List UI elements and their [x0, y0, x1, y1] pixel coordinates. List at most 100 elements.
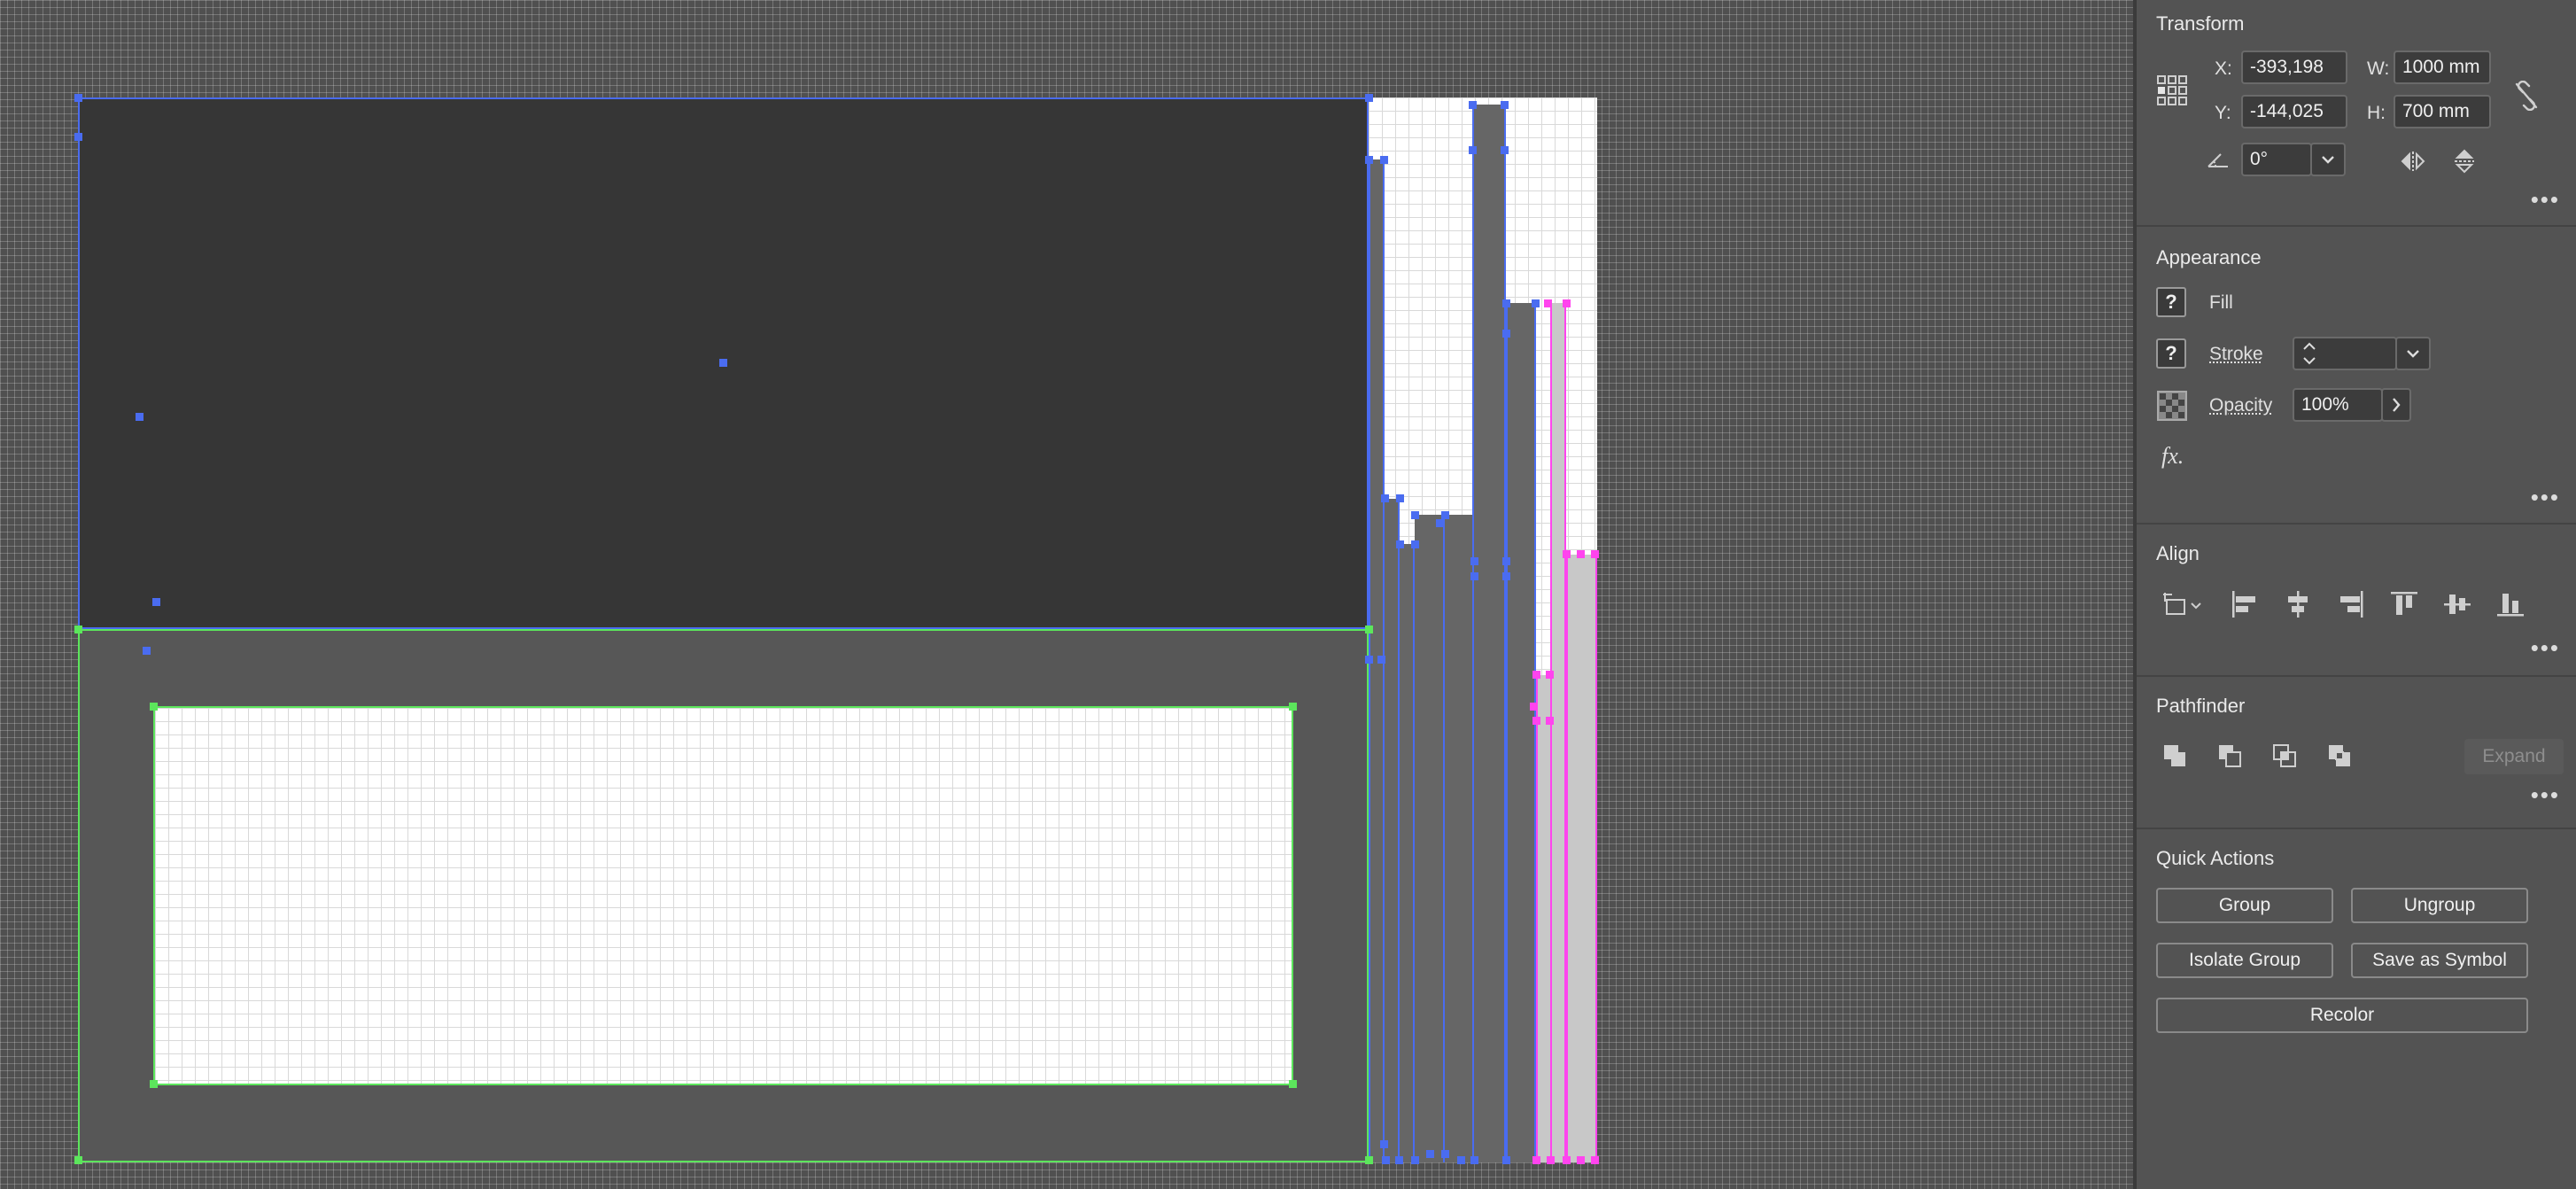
artwork-bar-4[interactable]: [1415, 515, 1445, 1162]
anchor-handle[interactable]: [1380, 156, 1388, 164]
anchor-handle[interactable]: [74, 626, 82, 633]
anchor-handle[interactable]: [74, 94, 82, 102]
opacity-expand[interactable]: [2381, 388, 2411, 422]
anchor-handle[interactable]: [1501, 101, 1509, 109]
appearance-more-options[interactable]: •••: [2531, 484, 2560, 511]
x-field[interactable]: -393,198: [2241, 51, 2347, 84]
anchor-handle[interactable]: [1396, 494, 1404, 502]
anchor-handle[interactable]: [1470, 557, 1478, 565]
anchor-handle[interactable]: [1546, 671, 1554, 679]
anchor-handle[interactable]: [1547, 1156, 1555, 1164]
constrain-proportions-icon[interactable]: [2509, 78, 2544, 113]
pathfinder-unite-icon[interactable]: [2158, 739, 2193, 774]
save-as-symbol-button[interactable]: Save as Symbol: [2351, 943, 2528, 978]
pathfinder-exclude-icon[interactable]: [2323, 739, 2358, 774]
isolate-group-button[interactable]: Isolate Group: [2156, 943, 2333, 978]
artwork-bar-3[interactable]: [1400, 544, 1415, 1162]
align-right-icon[interactable]: [2333, 587, 2369, 622]
transform-more-options[interactable]: •••: [2531, 186, 2560, 214]
anchor-handle[interactable]: [1289, 1080, 1297, 1088]
anchor-handle[interactable]: [74, 1156, 82, 1164]
align-left-icon[interactable]: [2227, 587, 2262, 622]
group-button[interactable]: Group: [2156, 888, 2333, 923]
artwork-bar-8[interactable]: [1506, 303, 1536, 1162]
anchor-handle[interactable]: [152, 598, 160, 606]
anchor-handle[interactable]: [1469, 146, 1477, 154]
anchor-handle[interactable]: [1530, 703, 1538, 711]
artwork-bar-7[interactable]: [1472, 105, 1506, 1162]
anchor-handle[interactable]: [1532, 671, 1540, 679]
anchor-handle[interactable]: [1381, 494, 1389, 502]
pathfinder-intersect-icon[interactable]: [2268, 739, 2303, 774]
angle-dropdown[interactable]: [2310, 143, 2346, 176]
y-field[interactable]: -144,025: [2241, 95, 2347, 128]
artboard-canvas[interactable]: [0, 0, 2133, 1189]
artwork-bar-11[interactable]: [1566, 555, 1597, 1162]
angle-field[interactable]: 0°: [2241, 143, 2312, 176]
stroke-weight-dropdown[interactable]: [2395, 337, 2431, 370]
anchor-handle[interactable]: [74, 133, 82, 141]
anchor-handle[interactable]: [1532, 1156, 1540, 1164]
recolor-button[interactable]: Recolor: [2156, 998, 2528, 1033]
anchor-handle[interactable]: [1546, 717, 1554, 725]
anchor-handle[interactable]: [719, 359, 727, 367]
fill-swatch[interactable]: ?: [2156, 287, 2186, 317]
pathfinder-more-options[interactable]: •••: [2531, 781, 2560, 809]
anchor-handle[interactable]: [1365, 1156, 1373, 1164]
reference-point-icon[interactable]: [2154, 73, 2190, 108]
anchor-handle[interactable]: [1544, 299, 1552, 307]
artwork-bar-5[interactable]: [1445, 515, 1474, 1162]
anchor-handle[interactable]: [1577, 1156, 1585, 1164]
anchor-handle[interactable]: [1377, 656, 1385, 664]
anchor-handle[interactable]: [1411, 1156, 1419, 1164]
anchor-handle[interactable]: [1365, 156, 1373, 164]
anchor-handle[interactable]: [1396, 540, 1404, 548]
ungroup-button[interactable]: Ungroup: [2351, 888, 2528, 923]
align-horizontal-center-icon[interactable]: [2280, 587, 2316, 622]
anchor-handle[interactable]: [1411, 540, 1419, 548]
anchor-handle[interactable]: [136, 413, 144, 421]
expand-button[interactable]: Expand: [2464, 739, 2564, 774]
pathfinder-minus-front-icon[interactable]: [2213, 739, 2248, 774]
anchor-handle[interactable]: [1591, 550, 1599, 558]
opacity-label[interactable]: Opacity: [2209, 395, 2272, 416]
w-field[interactable]: 1000 mm: [2394, 51, 2491, 84]
anchor-handle[interactable]: [1470, 1156, 1478, 1164]
align-top-icon[interactable]: [2386, 587, 2422, 622]
anchor-handle[interactable]: [1426, 1150, 1434, 1158]
anchor-handle[interactable]: [1563, 1156, 1571, 1164]
anchor-handle[interactable]: [1532, 299, 1540, 307]
anchor-handle[interactable]: [1502, 557, 1510, 565]
fx-effects-button[interactable]: fx.: [2161, 443, 2184, 470]
anchor-handle[interactable]: [1365, 656, 1373, 664]
artwork-white-panel[interactable]: [153, 706, 1293, 1085]
anchor-handle[interactable]: [1563, 299, 1571, 307]
flip-vertical-icon[interactable]: [2447, 144, 2482, 179]
anchor-handle[interactable]: [1591, 1156, 1599, 1164]
stroke-weight-field[interactable]: [2293, 337, 2397, 370]
anchor-handle[interactable]: [1441, 511, 1449, 519]
anchor-handle[interactable]: [1365, 94, 1373, 102]
artwork-bar-9[interactable]: [1536, 675, 1550, 1162]
anchor-handle[interactable]: [1502, 299, 1510, 307]
anchor-handle[interactable]: [1441, 1150, 1449, 1158]
anchor-handle[interactable]: [1501, 146, 1509, 154]
anchor-handle[interactable]: [1436, 519, 1444, 527]
flip-horizontal-icon[interactable]: [2395, 144, 2431, 179]
anchor-handle[interactable]: [150, 1080, 158, 1088]
anchor-handle[interactable]: [1380, 1140, 1388, 1148]
anchor-handle[interactable]: [1502, 572, 1510, 580]
anchor-handle[interactable]: [1502, 1156, 1510, 1164]
anchor-handle[interactable]: [1577, 550, 1585, 558]
anchor-handle[interactable]: [1457, 1156, 1465, 1164]
artwork-bar-10[interactable]: [1550, 303, 1566, 1162]
anchor-handle[interactable]: [1469, 101, 1477, 109]
anchor-handle[interactable]: [1470, 572, 1478, 580]
align-more-options[interactable]: •••: [2531, 634, 2560, 662]
anchor-handle[interactable]: [1502, 330, 1510, 338]
stroke-swatch[interactable]: ?: [2156, 338, 2186, 369]
align-bottom-icon[interactable]: [2493, 587, 2528, 622]
anchor-handle[interactable]: [150, 703, 158, 711]
anchor-handle[interactable]: [1365, 626, 1373, 633]
align-vertical-center-icon[interactable]: [2440, 587, 2475, 622]
